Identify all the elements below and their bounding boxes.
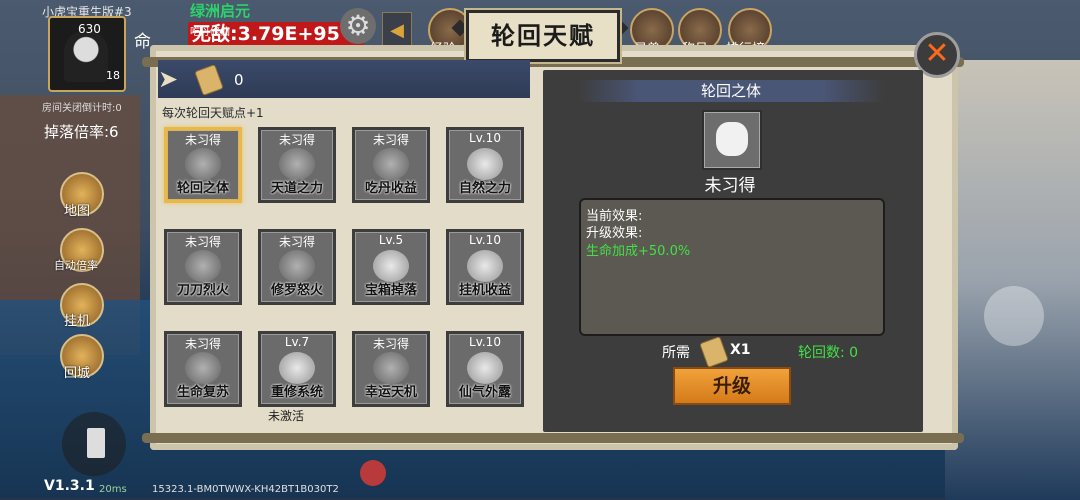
- scroll-rod-bottom: [142, 433, 964, 443]
- talent-cell[interactable]: Lv.10 挂机收益: [446, 229, 524, 305]
- lung-icon[interactable]: [360, 460, 386, 486]
- side-label-map[interactable]: 地图: [64, 200, 90, 219]
- gear-icon[interactable]: ⚙: [340, 8, 376, 44]
- lucky-box-icon: [373, 352, 409, 384]
- talent-cell[interactable]: 未习得 轮回之体: [164, 127, 242, 203]
- side-label-return[interactable]: 回城: [64, 362, 90, 381]
- talent-name: 仙气外露: [458, 385, 511, 400]
- immortal-aura-icon: [467, 352, 503, 384]
- top-sub-text: 吃丹修仙: [190, 27, 230, 38]
- talent-cell[interactable]: 未习得 幸运天机: [352, 331, 430, 407]
- talent-status: Lv.10: [469, 131, 501, 145]
- version-label: V1.3.1: [44, 478, 95, 494]
- talent-cell[interactable]: Lv.5 宝箱掉落: [352, 229, 430, 305]
- talent-status: 未习得: [184, 133, 221, 147]
- talent-cell[interactable]: 未习得 天道之力: [258, 127, 336, 203]
- talent-name: 吃丹收益: [364, 181, 417, 196]
- ping-label: 20ms: [99, 484, 127, 495]
- phone-icon[interactable]: [62, 412, 126, 476]
- talent-name: 天道之力: [270, 181, 323, 196]
- talent-name: 幸运天机: [364, 385, 417, 400]
- detail-talent-icon: [702, 110, 762, 170]
- require-label: 所需: [662, 345, 690, 361]
- points-note: 每次轮回天赋点+1: [162, 106, 264, 120]
- blade-fire-icon: [185, 250, 221, 282]
- bonus-text: 生命加成+50.0%: [586, 244, 691, 259]
- talent-status: 未习得: [372, 133, 409, 147]
- upgrade-effect-label: 升级效果:: [586, 226, 643, 241]
- background-pagoda: [945, 60, 1080, 500]
- top-green-text: 绿洲启元: [190, 2, 251, 20]
- talent-name: 刀刀烈火: [176, 283, 229, 298]
- talent-name: 自然之力: [458, 181, 511, 196]
- muscle-body-icon: [185, 148, 221, 180]
- talent-name: 生命复苏: [176, 385, 229, 400]
- talent-status: Lv.10: [469, 233, 501, 247]
- dialog-title-plate: 轮回天赋: [464, 8, 622, 64]
- player-vip: 18: [106, 69, 120, 82]
- talent-status: 未习得: [372, 337, 409, 351]
- talent-status: Lv.10: [469, 335, 501, 349]
- nature-icon: [467, 148, 503, 180]
- talent-name: 修罗怒火: [270, 283, 323, 298]
- talent-status: Lv.7: [284, 335, 310, 349]
- dialog-title: 轮回天赋: [491, 22, 595, 50]
- room-close-countdown: 房间关闭倒计时:0: [42, 103, 122, 114]
- talent-cell[interactable]: Lv.10 自然之力: [446, 127, 524, 203]
- avatar-portrait: [64, 32, 108, 82]
- detail-status: 未习得: [704, 176, 756, 196]
- money-bag-icon: [467, 250, 503, 282]
- talent-name: 重修系统: [270, 385, 323, 400]
- talent-cell[interactable]: 未习得 生命复苏: [164, 331, 242, 407]
- talent-cell[interactable]: Lv.7 重修系统: [258, 331, 336, 407]
- build-id: 15323.1-BM0TWWX-KH42BT1B030T2: [152, 484, 339, 495]
- side-label-afk[interactable]: 挂机: [64, 310, 90, 329]
- talent-status: 未习得: [184, 337, 221, 351]
- heaven-power-icon: [279, 148, 315, 180]
- power-label: 命: [134, 32, 151, 52]
- drop-rate: 掉落倍率:6: [44, 123, 119, 141]
- talent-status: 未习得: [278, 235, 315, 249]
- treasure-chest-icon: [373, 250, 409, 282]
- muscle-body-icon: [716, 122, 748, 156]
- talent-cell[interactable]: Lv.10 仙气外露: [446, 331, 524, 407]
- pill-gourd-icon: [373, 148, 409, 180]
- side-label-auto-rate[interactable]: 自动倍率: [54, 257, 98, 273]
- talent-cell[interactable]: 未习得 修罗怒火: [258, 229, 336, 305]
- talent-name: 挂机收益: [458, 283, 511, 298]
- player-level: 630: [78, 22, 101, 36]
- talent-points: 0: [234, 71, 244, 89]
- unactivated-note: 未激活: [268, 409, 305, 423]
- upgrade-button[interactable]: 升级: [673, 367, 791, 405]
- soldier-icon[interactable]: [984, 286, 1044, 346]
- talent-status: 未习得: [278, 133, 315, 147]
- talent-status: 未习得: [184, 235, 221, 249]
- asura-fury-icon: [279, 250, 315, 282]
- meditate-icon: [279, 352, 315, 384]
- talent-cell[interactable]: 未习得 吃丹收益: [352, 127, 430, 203]
- arrow-emblem-icon: ➤: [158, 65, 179, 93]
- reincarnation-count: 轮回数: 0: [798, 345, 859, 361]
- talent-name: 轮回之体: [176, 181, 229, 196]
- talent-status: Lv.5: [378, 233, 404, 247]
- talent-name: 宝箱掉落: [364, 283, 417, 298]
- bat-wing-icon: [185, 352, 221, 384]
- require-count: X1: [730, 342, 751, 358]
- talent-cell[interactable]: 未习得 刀刀烈火: [164, 229, 242, 305]
- detail-header: 轮回之体: [578, 80, 884, 102]
